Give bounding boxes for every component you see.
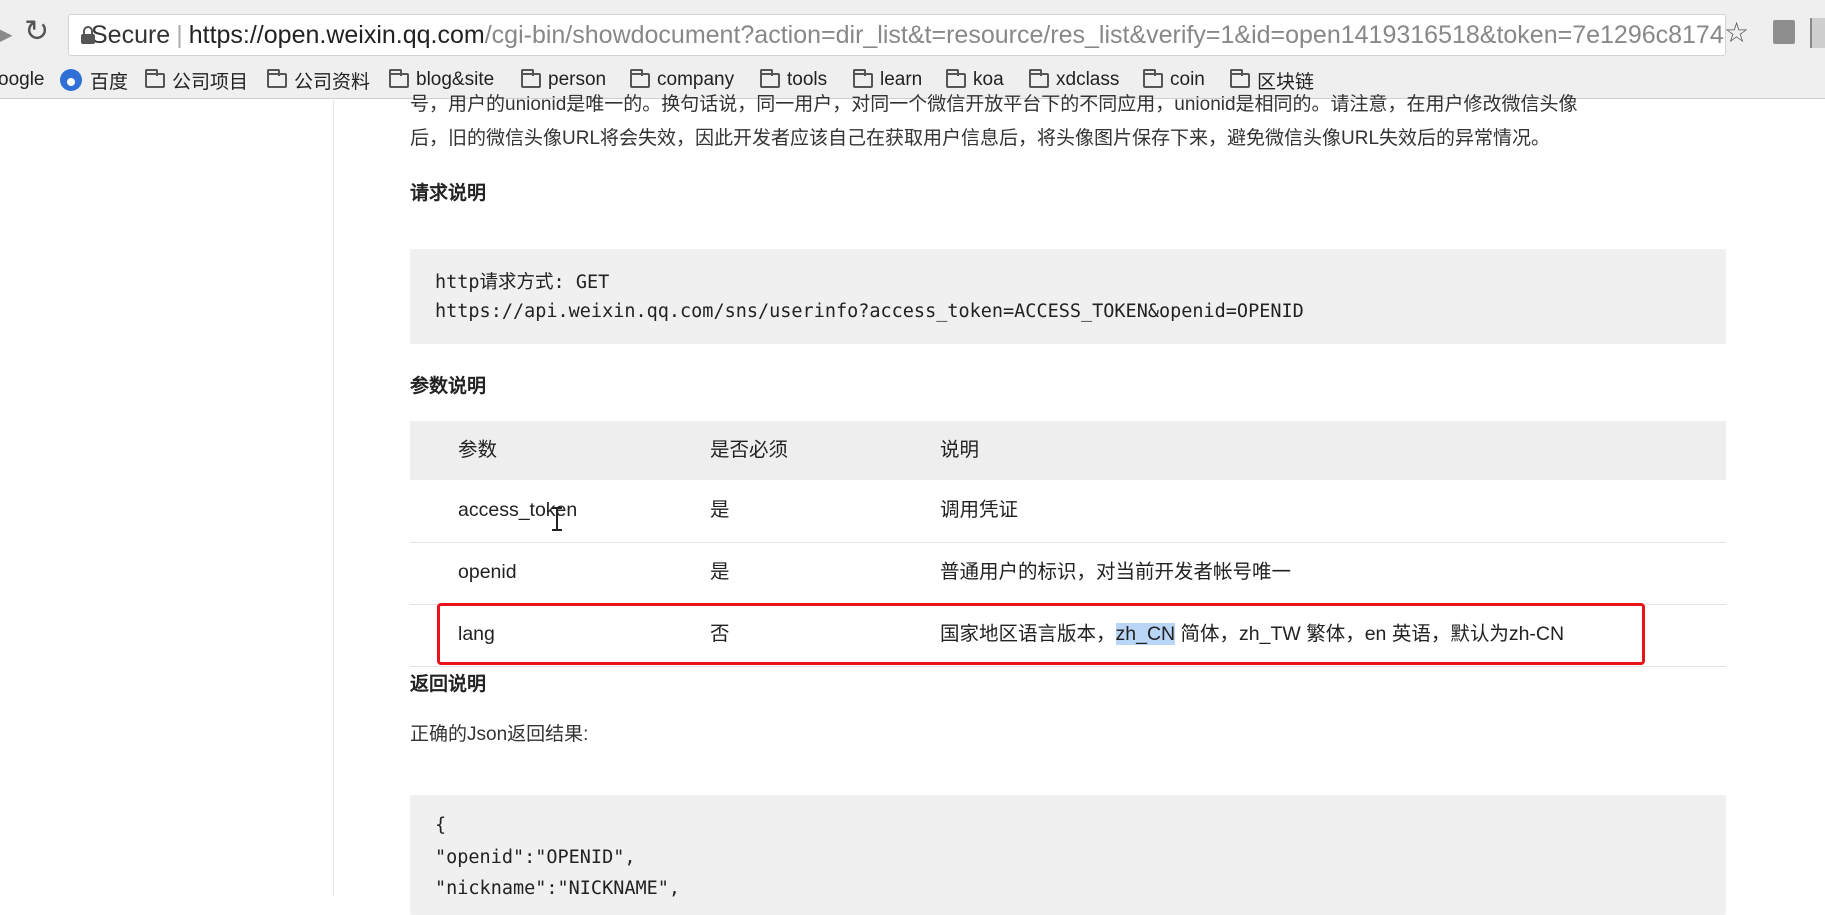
url-host: https://open.weixin.qq.com [188,20,485,49]
browser-toolbar: ▶ ↻ Secure | https://open.weixin.qq.com /… [0,0,1825,68]
param-desc: 调用凭证 [940,499,1019,521]
bookmark-baidu[interactable]: 百度 [60,64,128,96]
separator: | [176,20,183,49]
column-header: 是否必须 [710,439,789,461]
request-heading: 请求说明 [410,183,487,204]
code-line: https://api.weixin.qq.com/sns/userinfo?a… [435,301,1304,322]
bookmark-label: 公司项目 [172,71,249,93]
param-desc: 普通用户的标识，对当前开发者帐号唯一 [940,561,1292,583]
sidebar-divider [333,98,334,896]
url-path: /cgi-bin/showdocument?action=dir_list&t=… [484,20,1725,49]
folder-icon [1029,68,1049,88]
folder-icon [145,68,165,88]
folder-icon [1143,68,1163,88]
folder-icon [760,68,780,88]
intro-paragraph: 号，用户的unionid是唯一的。换句话说，同一用户，对同一个微信开放平台下的不… [410,88,1726,156]
forward-icon[interactable]: ▶ [0,20,12,48]
reload-icon[interactable]: ↻ [24,14,49,50]
folder-icon [630,68,650,88]
bookmark-label: 百度 [90,71,129,93]
baidu-paw-icon [60,69,82,91]
return-text: 正确的Json返回结果: [410,724,589,745]
code-line: "openid":"OPENID", [435,847,636,868]
code-line: http请求方式: GET [435,272,610,293]
folder-icon [1230,68,1250,88]
bookmark-label: oogle [0,69,45,90]
request-code-block: http请求方式: GET https://api.weixin.qq.com/… [410,249,1726,344]
bookmark-label: 公司资料 [294,71,371,93]
params-heading: 参数说明 [410,376,487,397]
return-heading: 返回说明 [410,674,487,695]
intro-line: 号，用户的unionid是唯一的。换句话说，同一用户，对同一个微信开放平台下的不… [410,94,1578,115]
extension-icon[interactable] [1773,20,1795,44]
table-row: openid 是 普通用户的标识，对当前开发者帐号唯一 [410,543,1726,605]
column-header: 参数 [458,439,498,461]
code-line: { [435,815,447,836]
param-name: access_token [458,499,578,521]
bookmark-google[interactable]: oogle [0,64,45,96]
bookmark-star-icon[interactable]: ☆ [1724,16,1749,49]
annotation-highlight-box [437,603,1645,665]
text-cursor-icon [552,507,562,531]
secure-label: Secure [91,20,171,49]
bookmark-folder[interactable]: 公司资料 [267,64,370,96]
folder-icon [853,68,873,88]
address-bar[interactable]: Secure | https://open.weixin.qq.com/cgi-… [68,14,1726,56]
table-row: access_token 是 调用凭证 [410,481,1726,543]
folder-icon [267,68,287,88]
table-header-row: 参数 是否必须 说明 [410,421,1726,480]
intro-line: 后，旧的微信头像URL将会失效，因此开发者应该自己在获取用户信息后，将头像图片保… [410,128,1551,149]
folder-icon [946,68,966,88]
folder-icon [389,68,409,88]
extension-icon[interactable] [1810,18,1825,48]
json-code-block: { "openid":"OPENID", "nickname":"NICKNAM… [410,795,1726,915]
column-header: 说明 [940,439,980,461]
param-required: 是 [710,561,730,583]
folder-icon [521,68,541,88]
bookmark-folder[interactable]: 公司项目 [145,64,248,96]
param-required: 是 [710,499,730,521]
param-name: openid [458,561,517,583]
